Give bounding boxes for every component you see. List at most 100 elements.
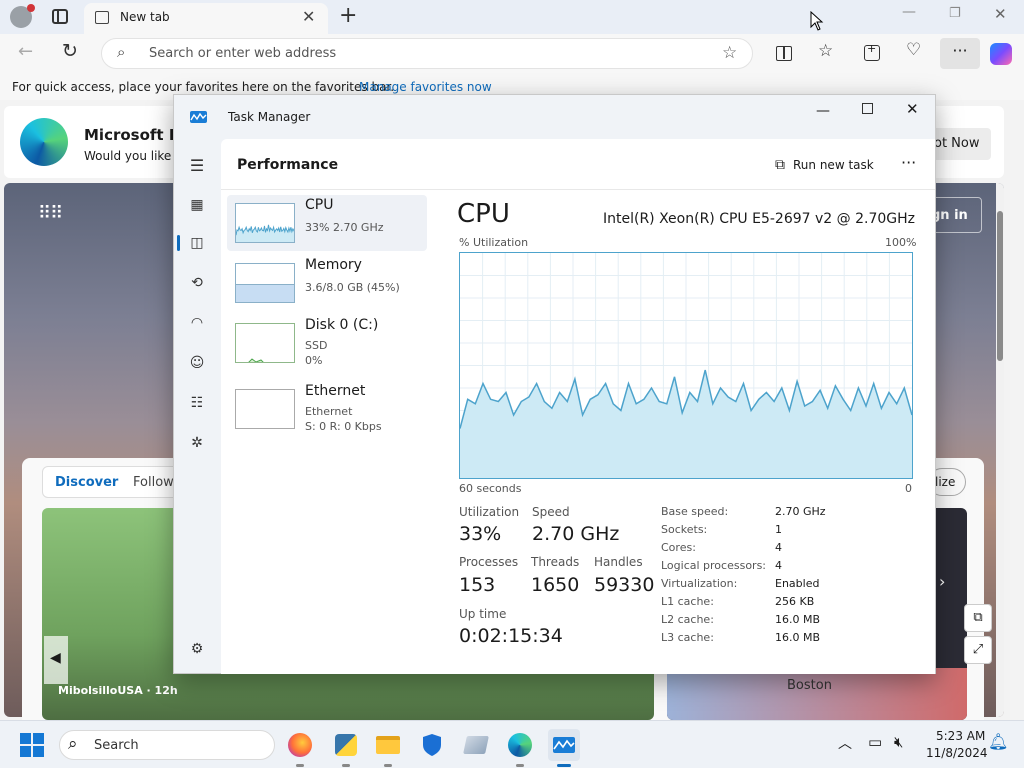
disk-item-usage: 0% [305, 354, 323, 367]
address-bar[interactable]: ⌕ Search or enter web address ☆ [101, 38, 753, 69]
image-info-button[interactable]: ⧉ [964, 604, 992, 632]
start-button[interactable] [20, 733, 44, 757]
edge-app-icon[interactable] [504, 729, 536, 767]
perf-item-disk[interactable]: Disk 0 (C:) SSD 0% [227, 315, 427, 371]
memory-thumbnail [235, 263, 295, 303]
spec-label: L3 cache: [661, 631, 714, 644]
file-explorer-icon[interactable] [372, 729, 404, 767]
volume-muted-icon[interactable]: 🔇︎ [894, 733, 903, 751]
settings-gear-icon[interactable]: ⚙ [187, 639, 207, 659]
notifications-bell-icon[interactable]: 🔔︎ [988, 732, 1008, 751]
taskbar-time[interactable]: 5:23 AM [936, 729, 985, 743]
util-axis-label: % Utilization [459, 236, 529, 249]
util-axis-max: 100% [885, 236, 917, 249]
settings-more-button[interactable]: ··· [940, 38, 980, 69]
details-icon[interactable]: ☷ [187, 393, 207, 413]
tab-close-icon[interactable]: ✕ [302, 7, 315, 26]
taskbar-search[interactable]: ⌕ Search [59, 730, 275, 760]
run-new-task-button[interactable]: ⧉ Run new task [775, 151, 874, 179]
services-icon[interactable]: ✲ [187, 433, 207, 453]
refresh-icon[interactable]: ↻ [62, 40, 78, 62]
feed-tabs: Discover Follow [42, 466, 187, 498]
python-app-icon[interactable] [330, 729, 362, 767]
taskbar-date[interactable]: 11/8/2024 [926, 746, 988, 760]
perf-item-memory[interactable]: Memory 3.6/8.0 GB (45%) [227, 255, 427, 311]
cpu-thumbnail [235, 203, 295, 243]
split-screen-icon[interactable] [776, 46, 792, 61]
performance-icon[interactable]: ◫ [187, 233, 207, 253]
firefox-app-icon[interactable] [284, 729, 316, 767]
memory-item-sub: 3.6/8.0 GB (45%) [305, 281, 400, 294]
new-tab-plus-icon[interactable]: + [339, 3, 357, 28]
processes-value: 153 [459, 574, 496, 596]
spec-value: 4 [775, 541, 782, 554]
show-hidden-icons-chevron-icon[interactable]: ︿ [838, 733, 852, 753]
perf-item-cpu[interactable]: CPU 33% 2.70 GHz [227, 195, 427, 251]
handles-value: 59330 [594, 574, 655, 596]
spec-label: Sockets: [661, 523, 708, 536]
processes-icon[interactable]: ▦ [187, 195, 207, 215]
not-now-button[interactable]: ot Now [929, 128, 991, 160]
handles-label: Handles [594, 555, 643, 569]
spec-label: Cores: [661, 541, 696, 554]
browser-tab-bar: New tab ✕ + — ❐ ✕ [0, 0, 1024, 34]
browser-essentials-icon[interactable]: ♡ [906, 40, 921, 60]
utilization-value: 33% [459, 523, 502, 545]
task-manager-taskbar-icon[interactable] [548, 729, 580, 767]
browser-toolbar: ← ↻ ⌕ Search or enter web address ☆ ☆ + … [0, 34, 1024, 74]
run-task-icon: ⧉ [775, 157, 785, 173]
hamburger-menu-icon[interactable]: ☰ [187, 155, 207, 175]
uptime-value: 0:02:15:34 [459, 625, 563, 647]
copilot-icon[interactable] [990, 43, 1012, 65]
task-manager-title: Task Manager [228, 110, 311, 124]
tab-discover[interactable]: Discover [55, 475, 118, 490]
workspaces-icon[interactable] [52, 9, 68, 24]
ethernet-item-title: Ethernet [305, 383, 366, 399]
spec-value: 4 [775, 559, 782, 572]
tab-following[interactable]: Follow [133, 475, 174, 490]
edge-logo-icon [20, 118, 68, 166]
performance-page: Performance ⧉ Run new task ··· CPU 33% 2… [221, 139, 935, 674]
tm-close-icon[interactable]: ✕ [906, 100, 919, 118]
processes-label: Processes [459, 555, 519, 569]
scrollbar[interactable] [996, 183, 1004, 717]
address-placeholder: Search or enter web address [149, 46, 337, 61]
profile-avatar[interactable] [10, 4, 35, 28]
expand-button[interactable]: ⤢ [964, 636, 992, 664]
disk-item-title: Disk 0 (C:) [305, 317, 379, 333]
minimize-window-icon[interactable]: — [902, 4, 916, 20]
favorite-star-icon[interactable]: ☆ [722, 43, 737, 63]
favorites-icon[interactable]: ☆ [818, 41, 833, 61]
back-arrow-icon[interactable]: ← [18, 41, 33, 62]
spec-value: 1 [775, 523, 782, 536]
page-title: Performance [237, 157, 339, 173]
network-icon[interactable]: ▭ [868, 733, 882, 751]
perf-item-ethernet[interactable]: Ethernet Ethernet S: 0 R: 0 Kbps [227, 381, 427, 437]
close-window-icon[interactable]: ✕ [994, 5, 1007, 23]
startup-apps-icon[interactable]: ◠ [187, 313, 207, 333]
spec-label: Base speed: [661, 505, 729, 518]
task-manager-nav: ☰ ▦ ◫ ⟲ ◠ ☺ ☷ ✲ ⚙ [174, 139, 221, 674]
uptime-label: Up time [459, 607, 507, 621]
collections-icon[interactable]: + [864, 42, 880, 61]
terminal-app-icon[interactable] [460, 729, 492, 761]
card-next-icon[interactable]: › [939, 572, 945, 591]
spec-value: Enabled [775, 577, 820, 590]
utilization-label: Utilization [459, 505, 520, 519]
tab-new-tab[interactable]: New tab ✕ [84, 3, 328, 34]
windows-security-icon[interactable] [416, 729, 448, 761]
manage-favorites-link[interactable]: Manage favorites now [359, 80, 492, 94]
restore-window-icon[interactable]: ❐ [949, 6, 961, 21]
users-icon[interactable]: ☺ [187, 353, 207, 373]
tm-minimize-icon[interactable]: — [816, 103, 830, 119]
map-label: Boston [787, 678, 832, 693]
app-history-icon[interactable]: ⟲ [187, 273, 207, 293]
card-prev-button[interactable]: ◀ [44, 636, 68, 684]
task-manager-app-icon [190, 111, 207, 123]
speed-value: 2.70 GHz [532, 523, 620, 545]
apps-grid-icon[interactable]: ⠿⠿ [38, 203, 63, 224]
more-options-icon[interactable]: ··· [901, 153, 916, 172]
taskbar: ⌕ Search ︿ ▭ 🔇︎ 5:23 AM 11/8/2024 🔔︎ [0, 720, 1024, 768]
spec-value: 2.70 GHz [775, 505, 826, 518]
tm-maximize-icon[interactable] [862, 103, 873, 114]
